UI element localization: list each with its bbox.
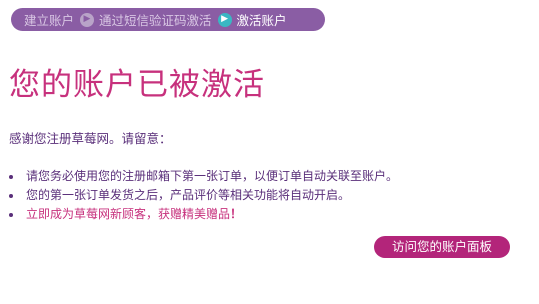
- bullet-dot-icon: [9, 175, 13, 179]
- list-item-text: 请您务必使用您的注册邮箱下第一张订单，以便订单自动关联至账户。: [26, 169, 399, 183]
- list-item-text: 立即成为草莓网新顾客，获赠精美赠品: [26, 207, 231, 221]
- list-item: 您的第一张订单发货之后，产品评价等相关功能将自动开启。: [9, 186, 398, 205]
- intro-text: 感谢您注册草莓网。请留意：: [9, 131, 172, 146]
- list-item-text: 您的第一张订单发货之后，产品评价等相关功能将自动开启。: [26, 188, 351, 202]
- arrow-right-circle-icon: ▶: [217, 12, 232, 27]
- progress-steps: 建立账户 ▶ 通过短信验证码激活 ▶ 激活账户: [11, 8, 325, 31]
- list-item-promo: 立即成为草莓网新顾客，获赠精美赠品！: [9, 205, 398, 224]
- step-sms-verification: 通过短信验证码激活: [99, 13, 212, 28]
- exclamation-mark: ！: [230, 207, 243, 221]
- notice-list: 请您务必使用您的注册邮箱下第一张订单，以便订单自动关联至账户。 您的第一张订单发…: [9, 167, 398, 224]
- visit-account-dashboard-button[interactable]: 访问您的账户面板: [374, 236, 510, 258]
- bullet-dot-icon: [9, 213, 13, 217]
- list-item: 请您务必使用您的注册邮箱下第一张订单，以便订单自动关联至账户。: [9, 167, 398, 186]
- arrow-right-circle-icon: ▶: [80, 12, 95, 27]
- step-create-account: 建立账户: [24, 13, 75, 28]
- step-activate-account: 激活账户: [236, 13, 287, 28]
- bullet-dot-icon: [9, 194, 13, 198]
- page-title: 您的账户已被激活: [9, 67, 265, 103]
